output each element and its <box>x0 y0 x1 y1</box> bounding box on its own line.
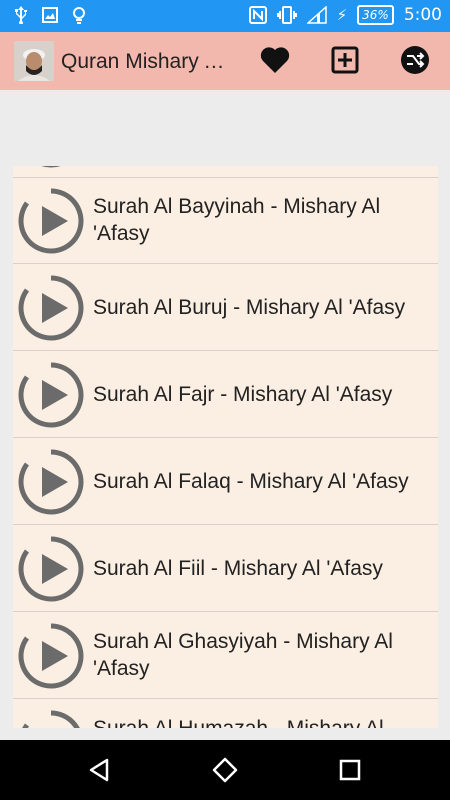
lightbulb-icon <box>73 7 85 24</box>
nfc-icon <box>248 6 267 24</box>
track-title: Surah Al Buruj - Mishary Al 'Afasy <box>93 295 406 319</box>
list-item[interactable]: Surah Al Humazah - Mishary Al 'Afasy <box>13 699 438 728</box>
charging-icon: ⚡ <box>336 6 348 24</box>
app-bar: Quran Mishary Al 'Afasy <box>0 32 450 90</box>
play-icon <box>18 275 84 341</box>
add-button[interactable] <box>328 43 362 77</box>
clock: 5:00 <box>403 5 442 25</box>
navigation-bar <box>0 740 450 800</box>
play-icon <box>18 188 84 254</box>
home-icon[interactable] <box>210 755 240 785</box>
back-icon[interactable] <box>85 755 115 785</box>
vibrate-icon <box>276 6 297 24</box>
play-icon <box>18 536 84 602</box>
app-title: Quran Mishary Al 'Afasy <box>61 50 226 73</box>
play-icon <box>22 710 80 728</box>
track-title: Surah Al Ghasyiyah - Mishary Al 'Afasy <box>93 630 393 680</box>
track-title: Surah Al Humazah - Mishary Al 'Afasy <box>93 699 428 728</box>
recents-icon[interactable] <box>335 755 365 785</box>
play-icon <box>18 449 84 515</box>
track-title: Surah Al Fajr - Mishary Al 'Afasy <box>93 382 393 406</box>
list-item[interactable]: Surah Al Bayyinah - Mishary Al 'Afasy <box>13 177 438 264</box>
list-item[interactable]: Surah Al Fiil - Mishary Al 'Afasy <box>13 525 438 612</box>
list-item[interactable]: Surah Al Ghasyiyah - Mishary Al 'Afasy <box>13 612 438 699</box>
heart-icon <box>260 47 290 73</box>
share-button[interactable] <box>398 43 432 77</box>
battery-indicator: 36% <box>357 5 394 25</box>
add-box-icon <box>331 46 359 74</box>
share-icon <box>401 46 429 74</box>
app-avatar <box>14 41 54 81</box>
track-title: Surah Al Fiil - Mishary Al 'Afasy <box>93 556 383 580</box>
list-item[interactable]: Surah Al Falaq - Mishary Al 'Afasy <box>13 438 438 525</box>
track-title: Surah Al Falaq - Mishary Al 'Afasy <box>93 469 409 493</box>
usb-icon <box>15 6 27 24</box>
play-icon <box>41 166 61 168</box>
play-icon <box>18 362 84 428</box>
signal-icon <box>306 6 327 24</box>
image-icon <box>42 7 58 23</box>
favorite-button[interactable] <box>258 43 292 77</box>
track-list[interactable]: Surah Al Bayyinah - Mishary Al 'Afasy Su… <box>13 166 438 728</box>
play-icon <box>18 623 84 689</box>
list-item[interactable]: Surah Al Fajr - Mishary Al 'Afasy <box>13 351 438 438</box>
status-bar: ⚡ 36% 5:00 <box>0 0 450 32</box>
list-item[interactable]: Surah Al Buruj - Mishary Al 'Afasy <box>13 264 438 351</box>
track-title: Surah Al Bayyinah - Mishary Al 'Afasy <box>93 195 381 245</box>
